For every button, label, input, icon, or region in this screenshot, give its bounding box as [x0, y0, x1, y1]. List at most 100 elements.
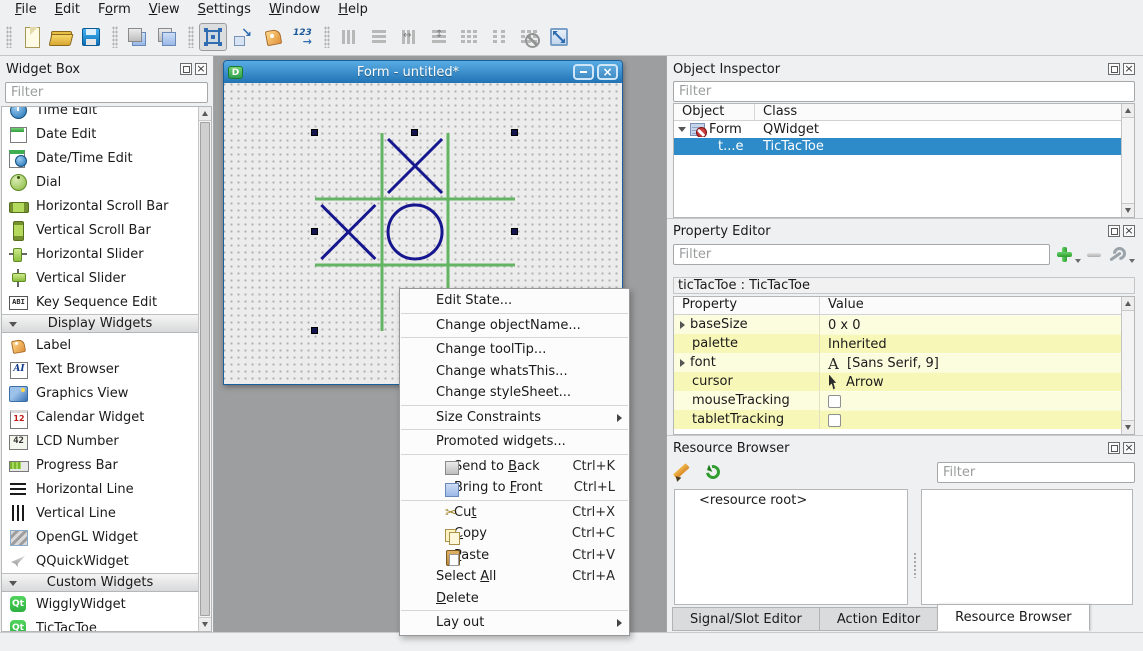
property-row[interactable]: mouseTracking	[674, 391, 1121, 410]
widget-item[interactable]: Date/Time Edit	[2, 146, 198, 170]
property-value-cell[interactable]: [Sans Serif, 9]	[820, 353, 1121, 372]
new-form-button[interactable]	[17, 23, 45, 51]
widget-item[interactable]: WigglyWidget	[2, 592, 198, 616]
selection-handle[interactable]	[411, 129, 418, 136]
widget-item[interactable]: TicTacToe	[2, 616, 198, 632]
bring-to-front-button[interactable]	[153, 23, 181, 51]
close-icon[interactable]	[1123, 442, 1135, 454]
context-menu-item[interactable]: Send to BackCtrl+K	[400, 456, 629, 478]
property-editor-filter-input[interactable]	[673, 244, 1050, 265]
property-row[interactable]: cursorArrow	[674, 372, 1121, 391]
section-header-custom-widgets[interactable]: Custom Widgets	[2, 573, 198, 592]
object-tree-row[interactable]: t...eTicTacToe	[674, 138, 1121, 155]
scroll-down-icon[interactable]	[1122, 420, 1134, 434]
scrollbar-thumb[interactable]	[200, 122, 210, 616]
property-value-cell[interactable]: 0 x 0	[820, 315, 1121, 334]
chevron-right-icon[interactable]	[680, 321, 685, 329]
widget-item[interactable]: Horizontal Line	[2, 477, 198, 501]
property-row[interactable]: tabletTracking	[674, 410, 1121, 429]
widget-item[interactable]: Vertical Line	[2, 501, 198, 525]
context-menu-item[interactable]: PasteCtrl+V	[400, 545, 629, 567]
property-row[interactable]: baseSize0 x 0	[674, 315, 1121, 334]
reload-icon[interactable]	[703, 462, 723, 482]
context-menu-item[interactable]: Lay out	[400, 612, 629, 634]
float-icon[interactable]	[1108, 63, 1120, 75]
widget-item[interactable]: LCD Number	[2, 429, 198, 453]
widget-item[interactable]: Calendar Widget	[2, 405, 198, 429]
edit-widgets-button[interactable]	[199, 23, 227, 51]
column-header-object[interactable]: Object	[674, 104, 755, 120]
float-icon[interactable]	[1108, 442, 1120, 454]
property-value-cell[interactable]	[820, 410, 1121, 429]
widget-item[interactable]: Label	[2, 333, 198, 357]
column-header-class[interactable]: Class	[755, 104, 1121, 120]
tab-action-editor[interactable]: Action Editor	[819, 607, 938, 631]
splitter-handle[interactable]	[913, 552, 917, 578]
edit-signals-slots-button[interactable]	[229, 23, 257, 51]
configure-icon[interactable]	[1107, 246, 1128, 264]
menu-help[interactable]: Help	[329, 1, 377, 19]
chevron-right-icon[interactable]	[680, 359, 685, 367]
property-value-cell[interactable]: Arrow	[820, 372, 1121, 391]
property-value-cell[interactable]	[820, 391, 1121, 410]
property-row[interactable]: paletteInherited	[674, 334, 1121, 353]
widget-item[interactable]: Key Sequence Edit	[2, 290, 198, 314]
selection-handle[interactable]	[511, 129, 518, 136]
form-window-titlebar[interactable]: Form - untitled* ×	[224, 61, 622, 83]
resource-tree-pane[interactable]: <resource root>	[674, 489, 908, 605]
section-header-display-widgets[interactable]: Display Widgets	[2, 314, 198, 333]
context-menu-item[interactable]: Edit State...	[400, 290, 629, 312]
object-tree-scrollbar[interactable]	[1121, 104, 1134, 217]
tab-resource-browser[interactable]: Resource Browser	[937, 604, 1089, 631]
menu-file[interactable]: File	[6, 1, 46, 19]
scroll-down-icon[interactable]	[1122, 203, 1134, 217]
edit-resources-icon[interactable]	[673, 461, 695, 483]
scroll-up-icon[interactable]	[199, 107, 211, 121]
resource-root-item[interactable]: <resource root>	[699, 493, 807, 508]
widget-item[interactable]: Time Edit	[2, 106, 198, 122]
context-menu-item[interactable]: Bring to FrontCtrl+L	[400, 477, 629, 499]
context-menu-item[interactable]: Size Constraints	[400, 407, 629, 429]
resource-browser-filter-input[interactable]	[937, 462, 1135, 483]
float-icon[interactable]	[1108, 225, 1120, 237]
property-value-cell[interactable]: Inherited	[820, 334, 1121, 353]
adjust-size-button[interactable]	[545, 23, 573, 51]
widget-item[interactable]: Date Edit	[2, 122, 198, 146]
edit-tab-order-button[interactable]	[289, 23, 317, 51]
selection-handle[interactable]	[311, 327, 318, 334]
send-to-back-button[interactable]	[123, 23, 151, 51]
close-icon[interactable]	[1123, 63, 1135, 75]
widget-item[interactable]: Horizontal Slider	[2, 242, 198, 266]
context-menu-item[interactable]: Delete	[400, 588, 629, 610]
property-table-scrollbar[interactable]	[1121, 297, 1134, 434]
open-form-button[interactable]	[47, 23, 75, 51]
float-icon[interactable]	[180, 63, 192, 75]
tab-signal-slot-editor[interactable]: Signal/Slot Editor	[672, 607, 820, 631]
scroll-up-icon[interactable]	[1122, 297, 1134, 311]
widget-item[interactable]: OpenGL Widget	[2, 525, 198, 549]
widget-box-filter-input[interactable]	[5, 82, 208, 103]
edit-buddies-button[interactable]	[259, 23, 287, 51]
widget-item[interactable]: Vertical Scroll Bar	[2, 218, 198, 242]
minimize-button[interactable]	[573, 64, 594, 80]
widget-item[interactable]: Dial	[2, 170, 198, 194]
column-header-value[interactable]: Value	[820, 297, 1121, 314]
context-menu-item[interactable]: Change toolTip...	[400, 339, 629, 361]
widget-item[interactable]: QQuickWidget	[2, 549, 198, 573]
widget-item[interactable]: Progress Bar	[2, 453, 198, 477]
menu-window[interactable]: Window	[260, 1, 329, 19]
context-menu-item[interactable]: Select AllCtrl+A	[400, 566, 629, 588]
menu-settings[interactable]: Settings	[189, 1, 260, 19]
context-menu-item[interactable]: Change styleSheet...	[400, 382, 629, 404]
context-menu-item[interactable]: Change objectName...	[400, 315, 629, 337]
object-inspector-filter-input[interactable]	[673, 81, 1135, 102]
menu-edit[interactable]: Edit	[46, 1, 89, 19]
close-icon[interactable]	[195, 63, 207, 75]
widget-item[interactable]: Horizontal Scroll Bar	[2, 194, 198, 218]
scroll-down-icon[interactable]	[199, 617, 211, 631]
resource-files-pane[interactable]	[921, 489, 1133, 605]
close-button[interactable]: ×	[597, 64, 618, 80]
menu-view[interactable]: View	[140, 1, 189, 19]
object-tree-row[interactable]: FormQWidget	[674, 121, 1121, 138]
object-tree-header[interactable]: Object Class	[674, 104, 1121, 121]
